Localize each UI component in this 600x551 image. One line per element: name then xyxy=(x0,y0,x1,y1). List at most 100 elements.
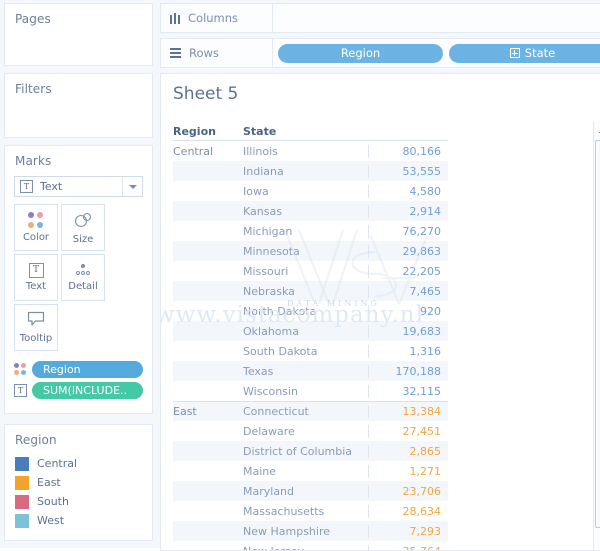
marks-pill-list: Region T SUM(INCLUDE.. xyxy=(14,361,143,399)
tooltip-bubble-icon xyxy=(27,311,45,330)
tableau-worksheet-window: Pages Filters Marks T Text Color xyxy=(0,0,600,548)
color-dots-icon xyxy=(14,363,27,376)
cell-state: Kansas xyxy=(243,205,368,218)
marks-tooltip-button[interactable]: Tooltip xyxy=(14,304,58,351)
crosstab-table: Region State CentralIllinois80,166Indian… xyxy=(173,122,600,550)
cell-region: East xyxy=(173,405,243,418)
legend-swatch xyxy=(15,514,29,528)
rows-pill-state[interactable]: State xyxy=(449,44,600,63)
table-body: CentralIllinois80,166Indiana53,555Iowa4,… xyxy=(173,141,600,551)
table-row[interactable]: New Hampshire7,293 xyxy=(173,521,448,541)
cell-state: Texas xyxy=(243,365,368,378)
cell-state: Iowa xyxy=(243,185,368,198)
color-dots-icon xyxy=(28,212,45,229)
table-row[interactable]: Nebraska7,465 xyxy=(173,281,448,301)
scrollbar-thumb[interactable] xyxy=(595,140,600,528)
column-header-region[interactable]: Region xyxy=(173,125,243,138)
table-row[interactable]: EastConnecticut13,384 xyxy=(173,401,448,421)
table-row[interactable]: Oklahoma19,683 xyxy=(173,321,448,341)
cell-state: Maine xyxy=(243,465,368,478)
cell-value: 7,293 xyxy=(368,525,448,538)
legend-swatch xyxy=(15,476,29,490)
marks-tooltip-label: Tooltip xyxy=(20,333,52,344)
cell-state: Oklahoma xyxy=(243,325,368,338)
cell-value: 76,270 xyxy=(368,225,448,238)
legend-item-central[interactable]: Central xyxy=(15,454,152,473)
marks-color-label: Color xyxy=(23,232,49,243)
cell-value: 28,634 xyxy=(368,505,448,518)
marks-detail-button[interactable]: Detail xyxy=(61,254,105,301)
marks-pill-sum-include[interactable]: SUM(INCLUDE.. xyxy=(32,382,143,399)
cell-value: 29,863 xyxy=(368,245,448,258)
rows-shelf[interactable]: Rows Region State xyxy=(160,38,600,68)
marks-text-button[interactable]: T Text xyxy=(14,254,58,301)
right-panel: Columns Rows Region State xyxy=(157,0,600,548)
mark-type-label: Text xyxy=(40,180,122,193)
scroll-up-arrow-icon[interactable] xyxy=(594,122,600,138)
column-header-state[interactable]: State xyxy=(243,125,448,138)
legend-title: Region xyxy=(5,425,152,447)
table-row[interactable]: Massachusetts28,634 xyxy=(173,501,448,521)
table-row[interactable]: New Jersey35,764 xyxy=(173,541,448,551)
cell-value: 19,683 xyxy=(368,325,448,338)
table-row[interactable]: Minnesota29,863 xyxy=(173,241,448,261)
rows-shelf-dropzone[interactable]: Region State xyxy=(273,39,600,67)
cell-value: 23,706 xyxy=(368,485,448,498)
marks-color-button[interactable]: Color xyxy=(14,204,58,251)
cell-value: 13,384 xyxy=(368,405,448,418)
legend-item-east[interactable]: East xyxy=(15,473,152,492)
table-row[interactable]: Maryland23,706 xyxy=(173,481,448,501)
text-icon: T xyxy=(20,180,33,193)
table-row[interactable]: North Dakota920 xyxy=(173,301,448,321)
marks-buttons: Color Size T Text xyxy=(14,204,143,351)
detail-dots-icon xyxy=(74,263,92,278)
legend-item-west[interactable]: West xyxy=(15,511,152,530)
cell-state: Massachusetts xyxy=(243,505,368,518)
legend-swatch xyxy=(15,457,29,471)
filters-card[interactable]: Filters xyxy=(4,73,153,138)
pages-card-title: Pages xyxy=(5,4,152,26)
filters-card-title: Filters xyxy=(5,74,152,96)
text-icon: T xyxy=(14,384,27,397)
table-row[interactable]: Michigan76,270 xyxy=(173,221,448,241)
table-row[interactable]: Texas170,188 xyxy=(173,361,448,381)
mark-type-selector[interactable]: T Text xyxy=(14,176,143,197)
marks-pill-region[interactable]: Region xyxy=(32,361,143,378)
cell-state: Illinois xyxy=(243,145,368,158)
marks-pill-region-row: Region xyxy=(14,361,143,378)
size-circles-icon xyxy=(74,211,93,231)
rows-pill-region[interactable]: Region xyxy=(278,44,443,63)
left-panel: Pages Filters Marks T Text Color xyxy=(0,0,157,548)
columns-shelf-dropzone[interactable] xyxy=(273,4,600,32)
cell-state: District of Columbia xyxy=(243,445,368,458)
cell-state: Delaware xyxy=(243,425,368,438)
table-row[interactable]: Maine1,271 xyxy=(173,461,448,481)
cell-value: 170,188 xyxy=(368,365,448,378)
cell-state: North Dakota xyxy=(243,305,368,318)
marks-size-label: Size xyxy=(73,234,94,245)
expand-hierarchy-icon[interactable] xyxy=(510,48,520,58)
legend-items: Central East South West xyxy=(15,454,152,530)
vertical-scrollbar[interactable] xyxy=(593,122,600,550)
columns-shelf[interactable]: Columns xyxy=(160,3,600,33)
table-row[interactable]: CentralIllinois80,166 xyxy=(173,141,448,161)
chevron-down-icon[interactable] xyxy=(122,177,142,196)
table-row[interactable]: Iowa4,580 xyxy=(173,181,448,201)
table-row[interactable]: Wisconsin32,115 xyxy=(173,381,448,401)
table-row[interactable]: Delaware27,451 xyxy=(173,421,448,441)
legend-item-label: South xyxy=(37,495,69,508)
page-title: Sheet 5 xyxy=(161,74,600,104)
marks-pill-sum-row: T SUM(INCLUDE.. xyxy=(14,382,143,399)
legend-item-south[interactable]: South xyxy=(15,492,152,511)
table-row[interactable]: Indiana53,555 xyxy=(173,161,448,181)
cell-value: 2,865 xyxy=(368,445,448,458)
table-row[interactable]: Kansas2,914 xyxy=(173,201,448,221)
table-row[interactable]: South Dakota1,316 xyxy=(173,341,448,361)
cell-state: Connecticut xyxy=(243,405,368,418)
table-row[interactable]: Missouri22,205 xyxy=(173,261,448,281)
cell-value: 80,166 xyxy=(368,145,448,158)
marks-size-button[interactable]: Size xyxy=(61,204,105,251)
table-row[interactable]: District of Columbia2,865 xyxy=(173,441,448,461)
cell-state: Nebraska xyxy=(243,285,368,298)
pages-card[interactable]: Pages xyxy=(4,3,153,66)
